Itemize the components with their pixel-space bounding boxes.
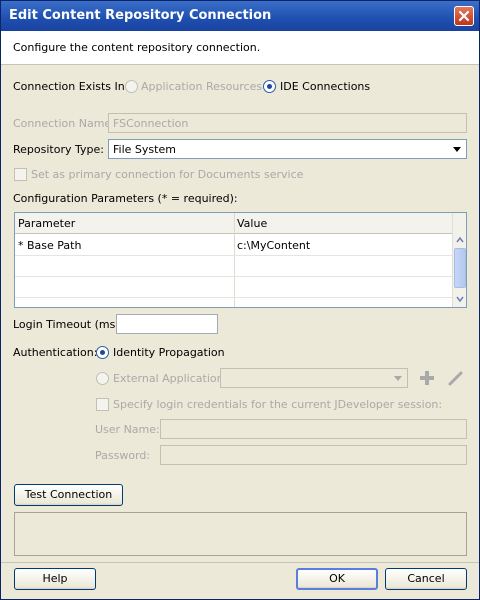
edit-icon[interactable]: [447, 369, 465, 387]
radio-ide-connections[interactable]: [263, 80, 276, 93]
row-value-cell: c:\MyContent: [237, 239, 311, 252]
external-application-select[interactable]: [220, 368, 408, 388]
row-divider: [15, 255, 453, 256]
dialog-header: Configure the content repository connect…: [1, 31, 479, 65]
password-field[interactable]: [160, 445, 467, 465]
column-header-value[interactable]: Value: [237, 217, 267, 230]
chevron-down-icon: [394, 376, 402, 381]
table-scrollbar[interactable]: [452, 213, 466, 307]
external-application-label: External Application:: [113, 372, 228, 385]
user-name-label: User Name:: [95, 423, 160, 436]
row-divider: [15, 276, 453, 277]
scroll-down-icon[interactable]: [454, 293, 466, 305]
user-name-field[interactable]: [160, 419, 467, 439]
repository-type-select[interactable]: File System: [108, 139, 467, 159]
table-row[interactable]: * Base Path c:\MyContent: [15, 235, 453, 255]
row-divider: [15, 297, 453, 298]
column-header-parameter[interactable]: Parameter: [18, 217, 75, 230]
primary-connection-checkbox[interactable]: [14, 168, 27, 181]
config-params-table: Parameter Value * Base Path c:\MyContent: [14, 212, 467, 308]
scroll-up-icon[interactable]: [454, 234, 466, 246]
connection-name-field[interactable]: FSConnection: [108, 113, 467, 133]
password-label: Password:: [95, 449, 151, 462]
scrollbar-thumb[interactable]: [454, 248, 466, 288]
login-timeout-field[interactable]: [116, 314, 218, 334]
chevron-down-icon: [453, 147, 461, 152]
login-timeout-label: Login Timeout (ms):: [13, 318, 124, 331]
close-icon: [458, 10, 470, 22]
ok-button[interactable]: OK: [296, 568, 378, 590]
radio-external-application[interactable]: [96, 372, 109, 385]
primary-connection-label: Set as primary connection for Documents …: [31, 168, 304, 181]
repository-type-label: Repository Type:: [13, 143, 104, 156]
cancel-button[interactable]: Cancel: [385, 568, 467, 590]
radio-application-resources[interactable]: [125, 80, 138, 93]
application-resources-label: Application Resources: [141, 80, 263, 93]
dialog-window: Edit Content Repository Connection Confi…: [0, 0, 480, 600]
repository-type-value: File System: [113, 143, 176, 156]
authentication-label: Authentication:: [13, 346, 98, 359]
connection-exists-label: Connection Exists In:: [13, 80, 129, 93]
row-parameter-cell: * Base Path: [18, 239, 82, 252]
title-bar[interactable]: Edit Content Repository Connection: [1, 1, 479, 31]
add-icon[interactable]: [418, 369, 436, 387]
radio-identity-propagation[interactable]: [96, 346, 109, 359]
specify-credentials-label: Specify login credentials for the curren…: [113, 398, 443, 411]
specify-credentials-checkbox[interactable]: [96, 398, 109, 411]
test-connection-button[interactable]: Test Connection: [14, 484, 123, 506]
identity-propagation-label: Identity Propagation: [113, 346, 225, 359]
button-bar-divider: [1, 562, 479, 563]
connection-name-label: Connection Name:: [13, 117, 115, 130]
ide-connections-label: IDE Connections: [280, 80, 371, 93]
test-result-area: [14, 512, 467, 556]
header-description: Configure the content repository connect…: [13, 41, 261, 54]
help-button[interactable]: Help: [14, 568, 96, 590]
column-divider: [234, 213, 235, 307]
close-button[interactable]: [454, 6, 474, 26]
window-title: Edit Content Repository Connection: [9, 8, 272, 23]
config-params-label: Configuration Parameters (* = required):: [13, 192, 238, 205]
